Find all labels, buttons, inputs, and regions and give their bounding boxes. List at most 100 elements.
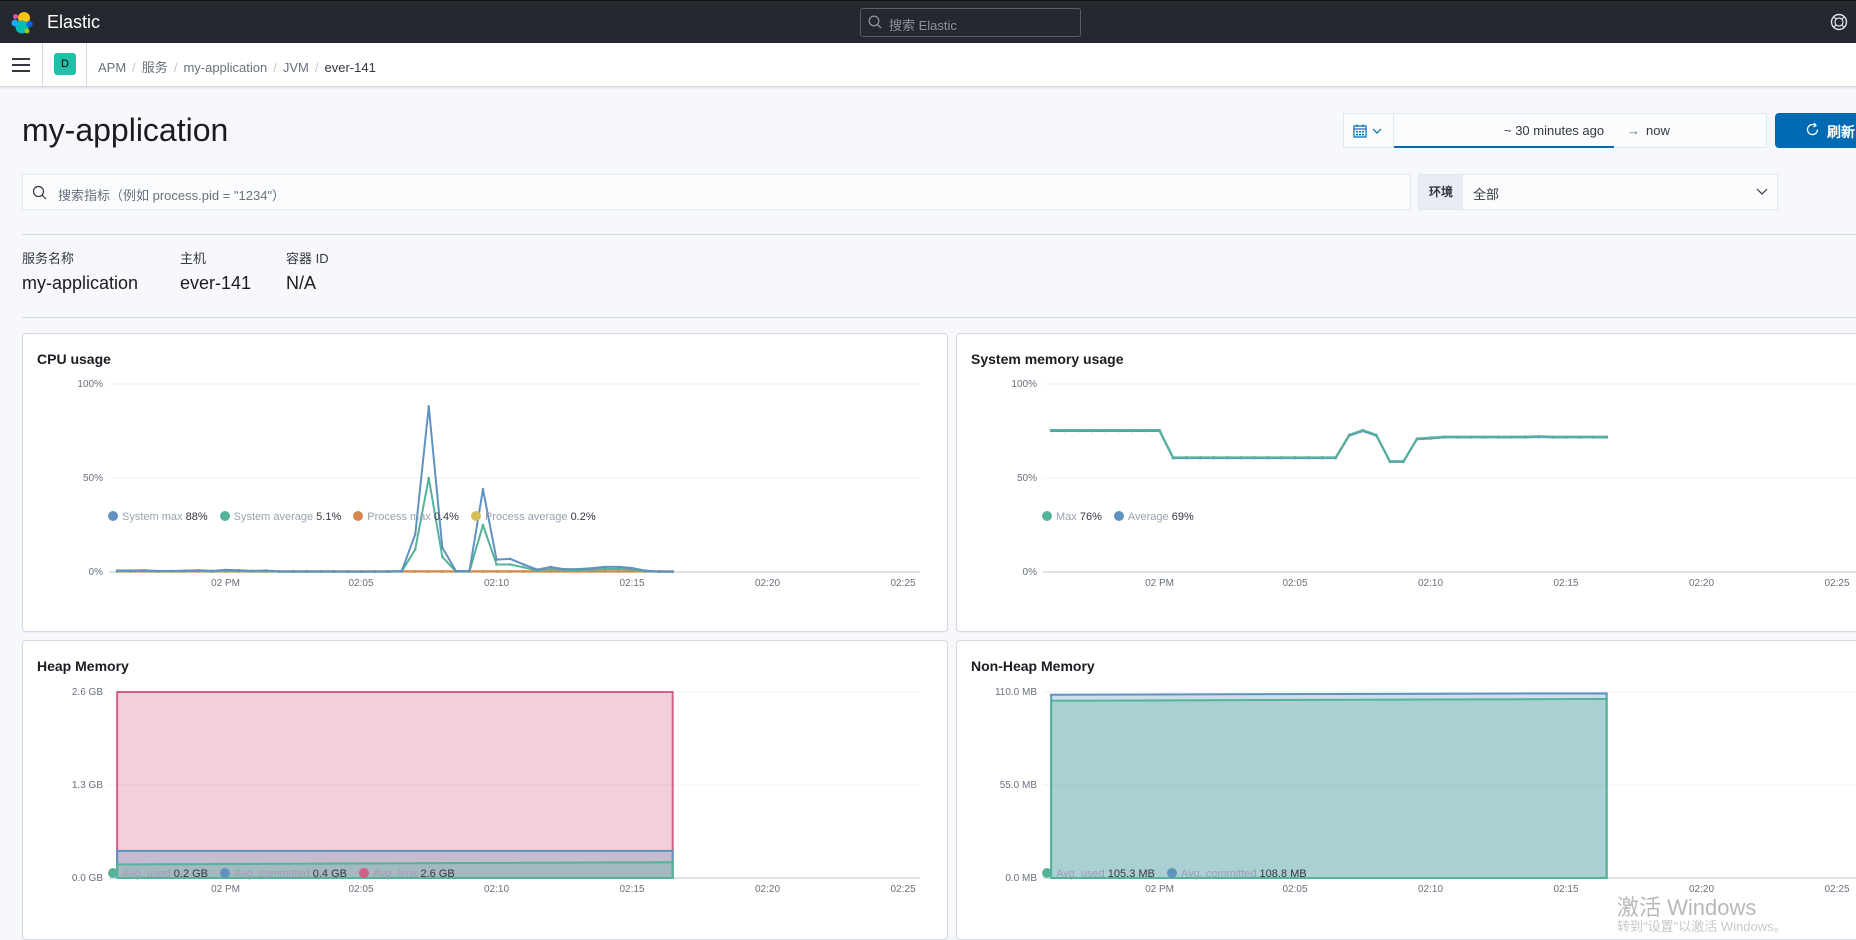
data-point — [1225, 456, 1229, 459]
metadata-label: 服务名称 — [22, 251, 75, 266]
space-avatar[interactable]: D — [54, 53, 76, 75]
data-point — [1347, 433, 1351, 437]
data-point — [251, 569, 254, 573]
legend-item[interactable]: System average 5.1% — [219, 511, 341, 523]
y-tick-label: 0% — [89, 567, 104, 578]
legend-item[interactable]: Avg. used 105.3 MB — [1042, 868, 1155, 880]
data-point — [522, 563, 525, 566]
y-tick-label: 55.0 MB — [1000, 780, 1038, 791]
data-point — [590, 566, 593, 570]
breadcrumb-separator: / — [314, 60, 319, 75]
divider — [22, 317, 1856, 318]
data-point — [427, 405, 431, 408]
data-point — [1212, 456, 1216, 459]
legend-label: Process max — [367, 511, 434, 523]
global-search-input[interactable]: 搜索 Elastic — [860, 8, 1081, 37]
windows-activation-hint: 转到"设置"以激活 Windows。 — [1617, 919, 1787, 934]
help-icon[interactable] — [1829, 12, 1849, 32]
data-point — [1090, 428, 1094, 432]
data-point — [495, 563, 498, 566]
metadata-host: 主机 ever-141 — [180, 248, 251, 294]
x-tick-label: 02:05 — [349, 578, 374, 589]
arrow-right-icon: → — [1627, 123, 1640, 138]
legend-item[interactable]: Max 76% — [1042, 511, 1102, 523]
legend-label: Average — [1127, 511, 1172, 523]
legend-color-dot — [353, 511, 364, 521]
divider — [86, 43, 87, 87]
quick-select-button[interactable] — [1344, 114, 1394, 147]
data-point — [549, 565, 553, 569]
breadcrumb: APM / 服务 / my-application / JVM / ever-141 — [98, 57, 376, 76]
legend-value: 105.3 MB — [1107, 868, 1155, 880]
legend-color-dot — [108, 868, 118, 878]
data-point — [197, 569, 200, 572]
chevron-down-icon — [1372, 128, 1382, 134]
legend-value: 108.8 MB — [1259, 868, 1307, 880]
data-point — [1442, 435, 1446, 438]
x-tick-label: 02:10 — [484, 884, 509, 895]
legend-value: 2.6 GB — [420, 868, 455, 880]
x-tick-label: 02:20 — [755, 884, 780, 895]
environment-select[interactable]: 环境 全部 — [1418, 174, 1778, 210]
data-point — [1266, 456, 1270, 459]
x-tick-label: 02:15 — [1554, 884, 1579, 895]
y-tick-label: 100% — [1011, 379, 1037, 390]
legend-item[interactable]: Process max 0.4% — [353, 511, 459, 523]
data-point — [142, 569, 146, 572]
breadcrumb-services[interactable]: 服务 — [142, 60, 168, 75]
data-point — [413, 533, 417, 536]
data-point — [1239, 456, 1243, 459]
legend-item[interactable]: Avg. committed 0.4 GB — [220, 868, 347, 880]
legend-item[interactable]: Process average 0.2% — [470, 511, 596, 523]
legend-item[interactable]: Avg. limit 2.6 GB — [358, 868, 455, 880]
data-point — [156, 569, 160, 573]
data-point — [1320, 456, 1324, 459]
data-point — [400, 569, 403, 573]
refresh-button[interactable]: 刷新 — [1775, 113, 1856, 148]
elastic-logo-icon[interactable] — [10, 11, 34, 35]
legend-value: 76% — [1079, 511, 1102, 523]
metadata-label: 容器 ID — [286, 251, 329, 266]
data-point — [115, 569, 119, 572]
breadcrumb-jvm[interactable]: JVM — [283, 60, 309, 75]
date-start-button[interactable]: ~ 30 minutes ago — [1504, 123, 1604, 138]
metrics-search-input[interactable]: 搜索指标（例如 process.pid = "1234"） — [22, 174, 1411, 210]
legend-item[interactable]: System max 88% — [108, 511, 208, 523]
data-point — [359, 570, 363, 573]
data-point — [508, 563, 512, 566]
legend-label: Process average — [484, 511, 571, 523]
data-point — [1469, 435, 1473, 438]
x-tick-label: 02:10 — [1418, 578, 1443, 589]
breadcrumb-apm[interactable]: APM — [98, 60, 126, 75]
legend-item[interactable]: Average 69% — [1113, 511, 1194, 523]
data-point — [1076, 428, 1080, 432]
data-point — [319, 570, 322, 573]
data-point — [441, 546, 444, 549]
data-point — [183, 569, 187, 572]
data-point — [603, 565, 607, 569]
data-point — [1375, 433, 1378, 437]
data-point — [576, 567, 580, 571]
data-point — [603, 569, 607, 573]
data-point — [1456, 435, 1459, 438]
global-search-placeholder: 搜索 Elastic — [889, 18, 957, 33]
data-point — [413, 569, 417, 573]
data-point — [129, 569, 132, 572]
data-point — [1104, 428, 1107, 432]
data-point — [1402, 459, 1405, 463]
breadcrumb-service[interactable]: my-application — [183, 60, 267, 75]
date-end-button[interactable]: now — [1646, 123, 1670, 138]
legend-color-dot — [1166, 868, 1177, 878]
data-point — [549, 569, 553, 573]
legend-item[interactable]: Avg. used 0.2 GB — [108, 868, 208, 880]
data-point — [617, 569, 620, 573]
data-point — [1293, 456, 1297, 459]
menu-toggle-button[interactable] — [9, 55, 33, 75]
data-point — [441, 569, 444, 573]
legend-label: Avg. committed — [1180, 868, 1260, 880]
legend-item[interactable]: Avg. committed 108.8 MB — [1166, 868, 1307, 880]
data-point — [413, 548, 417, 551]
calendar-icon — [1353, 124, 1367, 138]
data-point — [481, 487, 485, 491]
legend-label: Max — [1056, 511, 1080, 523]
